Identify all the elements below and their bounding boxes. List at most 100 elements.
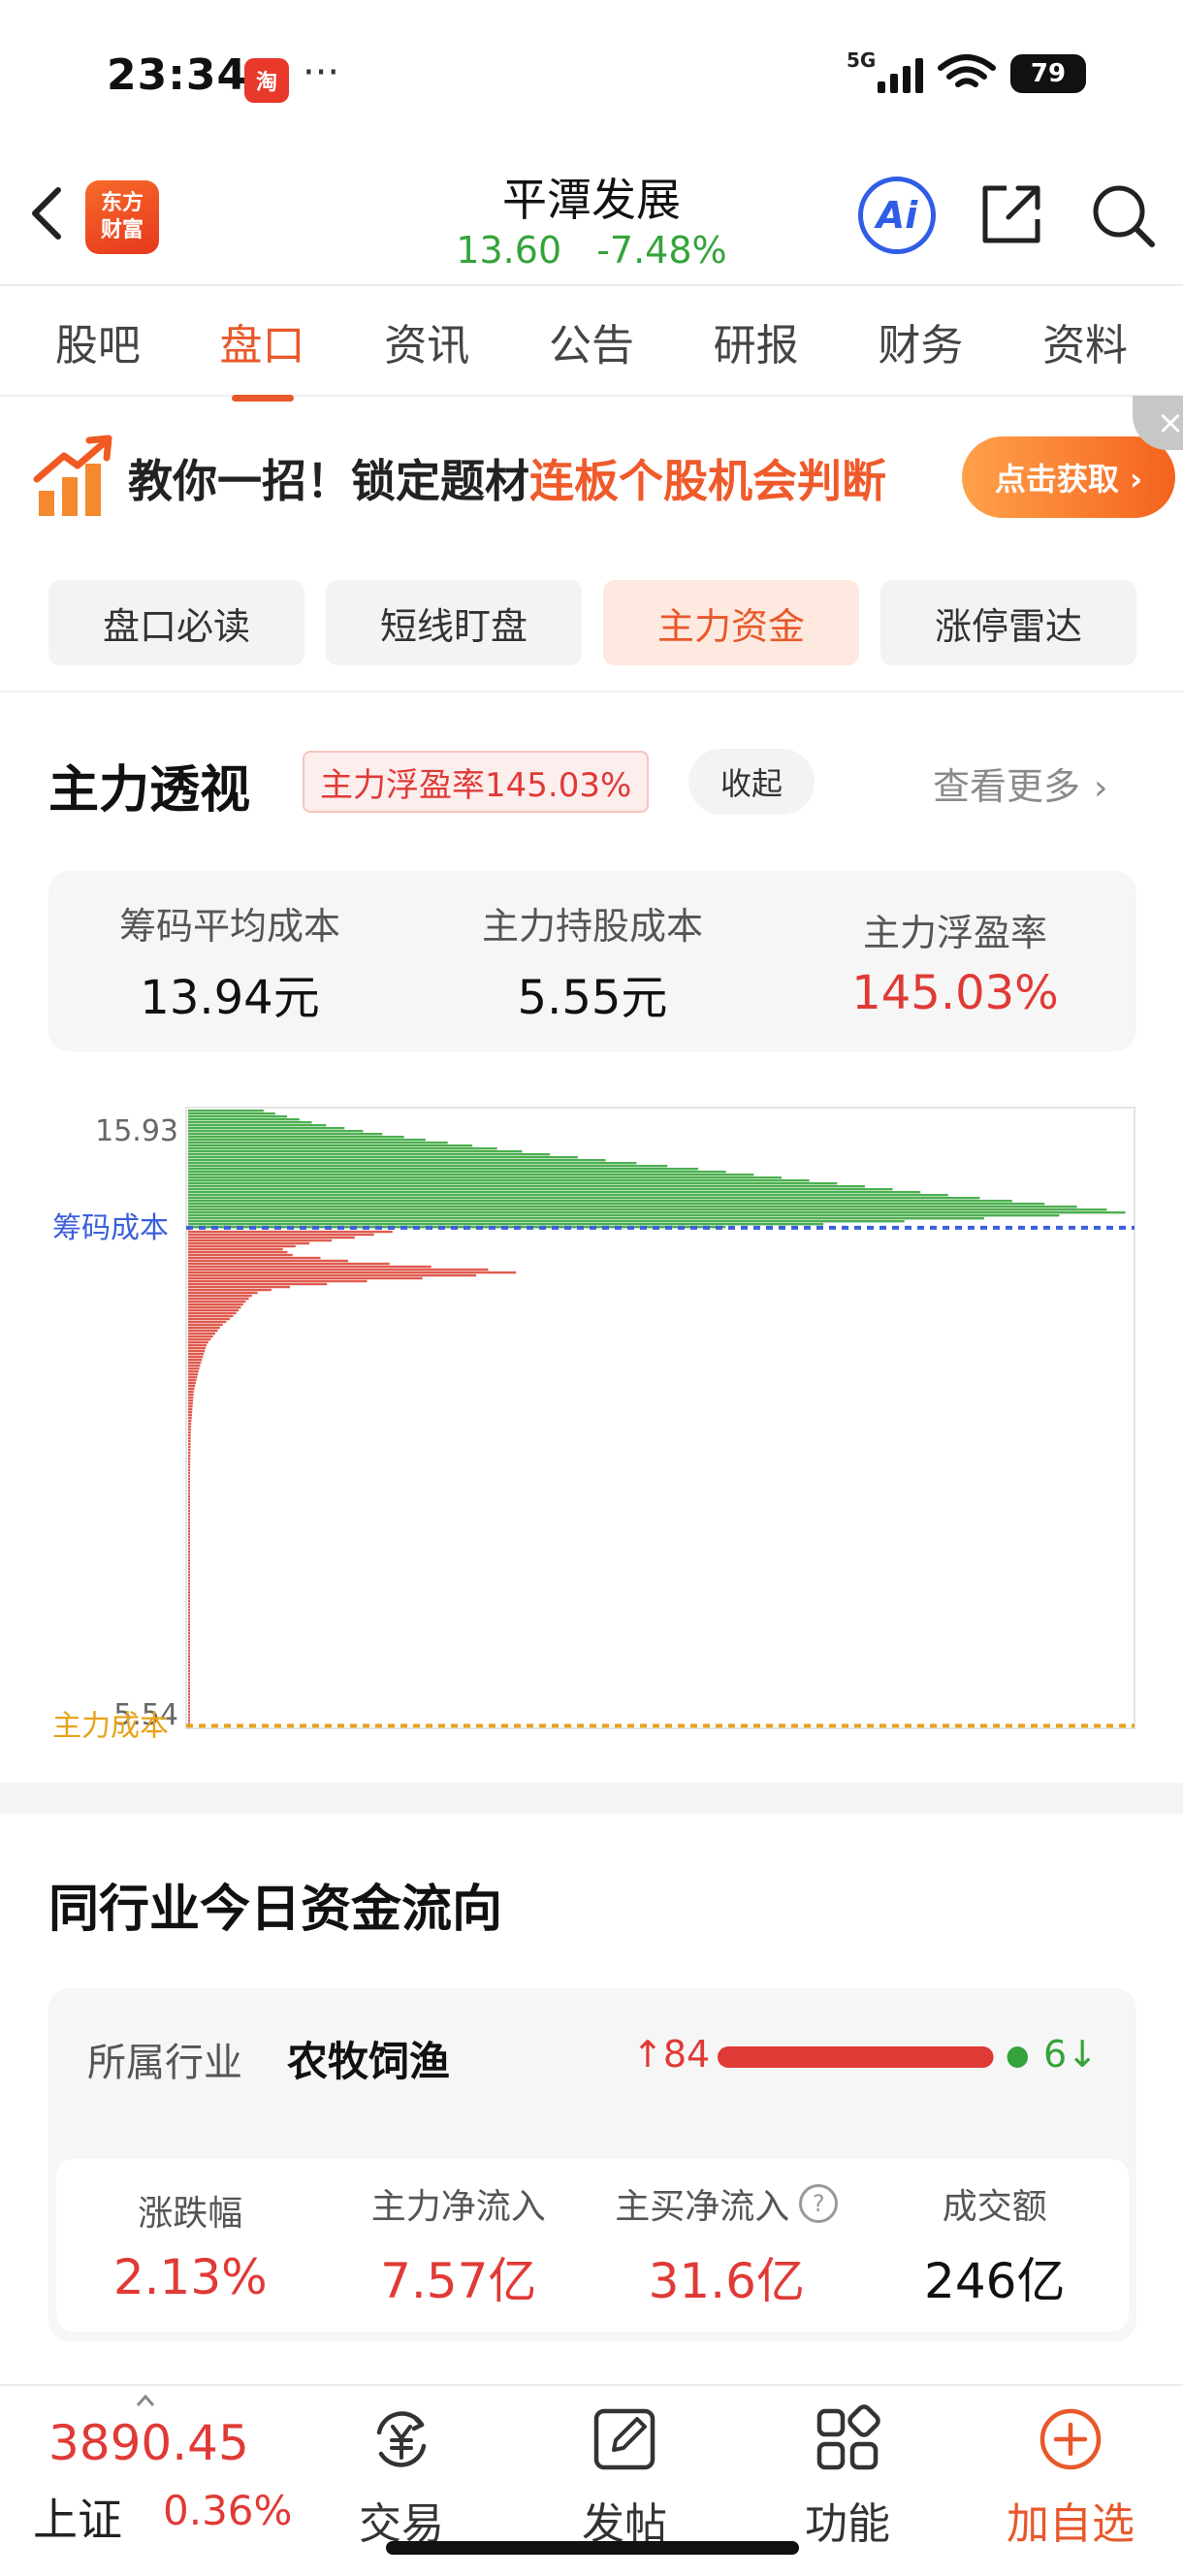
home-indicator[interactable] (386, 2541, 799, 2555)
chip-bar (188, 1489, 190, 1493)
stock-header: 东方 财富 平潭发展 13.60 -7.48% Ai (0, 155, 1183, 286)
chip-bar (188, 1442, 191, 1446)
chip-bar (188, 1553, 190, 1557)
chip-bar (188, 1367, 200, 1370)
grid-functions-icon (816, 2404, 880, 2470)
chip-bar (188, 1433, 191, 1437)
chip-bar (188, 1291, 258, 1295)
banner-text-plain: 教你一招！锁定题材 (128, 455, 529, 507)
chip-bar (188, 1422, 192, 1426)
index-name[interactable]: 上证 (33, 2485, 122, 2549)
section-gap (0, 1783, 1183, 1814)
chip-bar (188, 1179, 810, 1182)
tab-research[interactable]: 研报 (694, 303, 818, 380)
chip-bar (188, 1130, 364, 1133)
chip-bar (188, 1244, 296, 1248)
chip-bar (188, 1463, 191, 1466)
section-title-industry-flow: 同行业今日资金流向 (48, 1881, 503, 1939)
profit-ratio-badge: 主力浮盈率145.03% (303, 751, 650, 813)
chip-bar (188, 1317, 230, 1321)
chip-bar (188, 1206, 1077, 1208)
industry-flow-card[interactable]: 所属行业 农牧饲渔 ↑84 6↓ 涨跌幅 2.13% 主力净流入 7.57亿 主… (48, 1988, 1136, 2341)
rising-chart-icon (33, 435, 112, 516)
index-value[interactable]: 3890.45 (48, 2415, 249, 2471)
back-arrow-icon[interactable] (27, 184, 66, 242)
industry-label: 所属行业 (87, 2041, 242, 2085)
caret-up-icon[interactable] (136, 2394, 155, 2407)
nav-post[interactable]: 发帖 (547, 2403, 702, 2559)
chip-bar (188, 1259, 349, 1263)
chip-bar (188, 1518, 190, 1522)
chip-bar (188, 1652, 190, 1656)
help-icon[interactable]: ? (799, 2184, 839, 2223)
chip-bar (188, 1660, 190, 1664)
industry-stat-turnover: 成交额 246亿 (861, 2159, 1130, 2332)
collapse-button[interactable]: 收起 (688, 749, 815, 815)
nav-functions[interactable]: 功能 (770, 2403, 925, 2559)
section-title-main-force: 主力透视 (48, 761, 251, 820)
chevron-right-icon: › (1094, 768, 1108, 808)
tab-announcements[interactable]: 公告 (529, 303, 654, 380)
chip-bar (188, 1197, 980, 1200)
stat-value: 7.57亿 (380, 2253, 537, 2309)
stat-profit-ratio: 主力浮盈率 145.03% (774, 871, 1136, 1051)
chip-bar (188, 1276, 423, 1280)
tab-pankou[interactable]: 盘口 (201, 303, 325, 402)
chip-bar (188, 1483, 190, 1487)
avg-cost-reference-label: 筹码成本 (52, 1211, 169, 1245)
chip-bar (188, 1300, 246, 1304)
chip-bar (188, 1323, 223, 1327)
trade-icon (376, 2411, 427, 2467)
stat-value: 2.13% (112, 2249, 268, 2305)
banner-text-highlight: 连板个股机会判断 (529, 455, 886, 507)
chip-bar (188, 1352, 205, 1356)
wifi-icon (938, 54, 996, 87)
tab-guba[interactable]: 股吧 (36, 303, 160, 380)
chip-bar (188, 1567, 190, 1571)
index-change[interactable]: 0.36% (163, 2487, 292, 2534)
subtab-main-funds[interactable]: 主力资金 (603, 580, 859, 665)
chip-bar (188, 1144, 473, 1147)
chip-bar (188, 1410, 193, 1414)
chip-bar (188, 1294, 252, 1298)
y-axis-top-label: 15.93 (95, 1114, 178, 1148)
tab-news[interactable]: 资讯 (365, 303, 489, 380)
chip-bar (188, 1256, 321, 1260)
chip-bar (188, 1230, 393, 1234)
chip-bar (188, 1285, 291, 1289)
status-time: 23:34 (107, 50, 248, 100)
chip-bar (188, 1150, 523, 1153)
ai-assistant-button[interactable]: Ai (858, 177, 936, 254)
chip-bar (188, 1695, 190, 1699)
nav-trade[interactable]: 交易 (324, 2403, 479, 2559)
chip-bar (188, 1672, 190, 1676)
chip-bar (188, 1378, 197, 1382)
chip-bar (188, 1562, 190, 1565)
stock-change-pct: -7.48% (596, 229, 727, 272)
chip-bar (188, 1401, 193, 1405)
subtab-short-term-watch[interactable]: 短线盯盘 (326, 580, 582, 665)
chip-bar (188, 1471, 190, 1475)
chip-bar (188, 1663, 190, 1667)
stat-avg-cost: 筹码平均成本 13.94元 (48, 871, 411, 1051)
chip-bar (188, 1311, 237, 1315)
cellular-signal-icon: 5G (847, 48, 923, 93)
chip-bar (188, 1236, 355, 1240)
share-icon[interactable] (977, 180, 1045, 248)
subtab-must-read[interactable]: 盘口必读 (48, 580, 304, 665)
tab-finance[interactable]: 财务 (858, 303, 982, 380)
eastmoney-logo[interactable]: 东方 财富 (85, 180, 159, 254)
tab-profile[interactable]: 资料 (1023, 303, 1147, 380)
nav-add-watchlist[interactable]: 加自选 (993, 2403, 1148, 2559)
view-more-link[interactable]: 查看更多 › (933, 757, 1107, 810)
promo-banner[interactable]: 教你一招！锁定题材连板个股机会判断 点击获取 › (0, 407, 1183, 551)
banner-get-button[interactable]: 点击获取 › (962, 436, 1175, 518)
search-icon[interactable] (1088, 180, 1158, 250)
taobao-app-icon: 淘 (244, 58, 289, 103)
chip-bar (188, 1253, 293, 1257)
chip-bar (188, 1428, 191, 1432)
chip-bar (188, 1626, 190, 1629)
subtab-limit-up-radar[interactable]: 涨停雷达 (880, 580, 1136, 665)
chip-bar (188, 1308, 239, 1312)
industry-name: 农牧饲渔 (287, 2038, 451, 2085)
